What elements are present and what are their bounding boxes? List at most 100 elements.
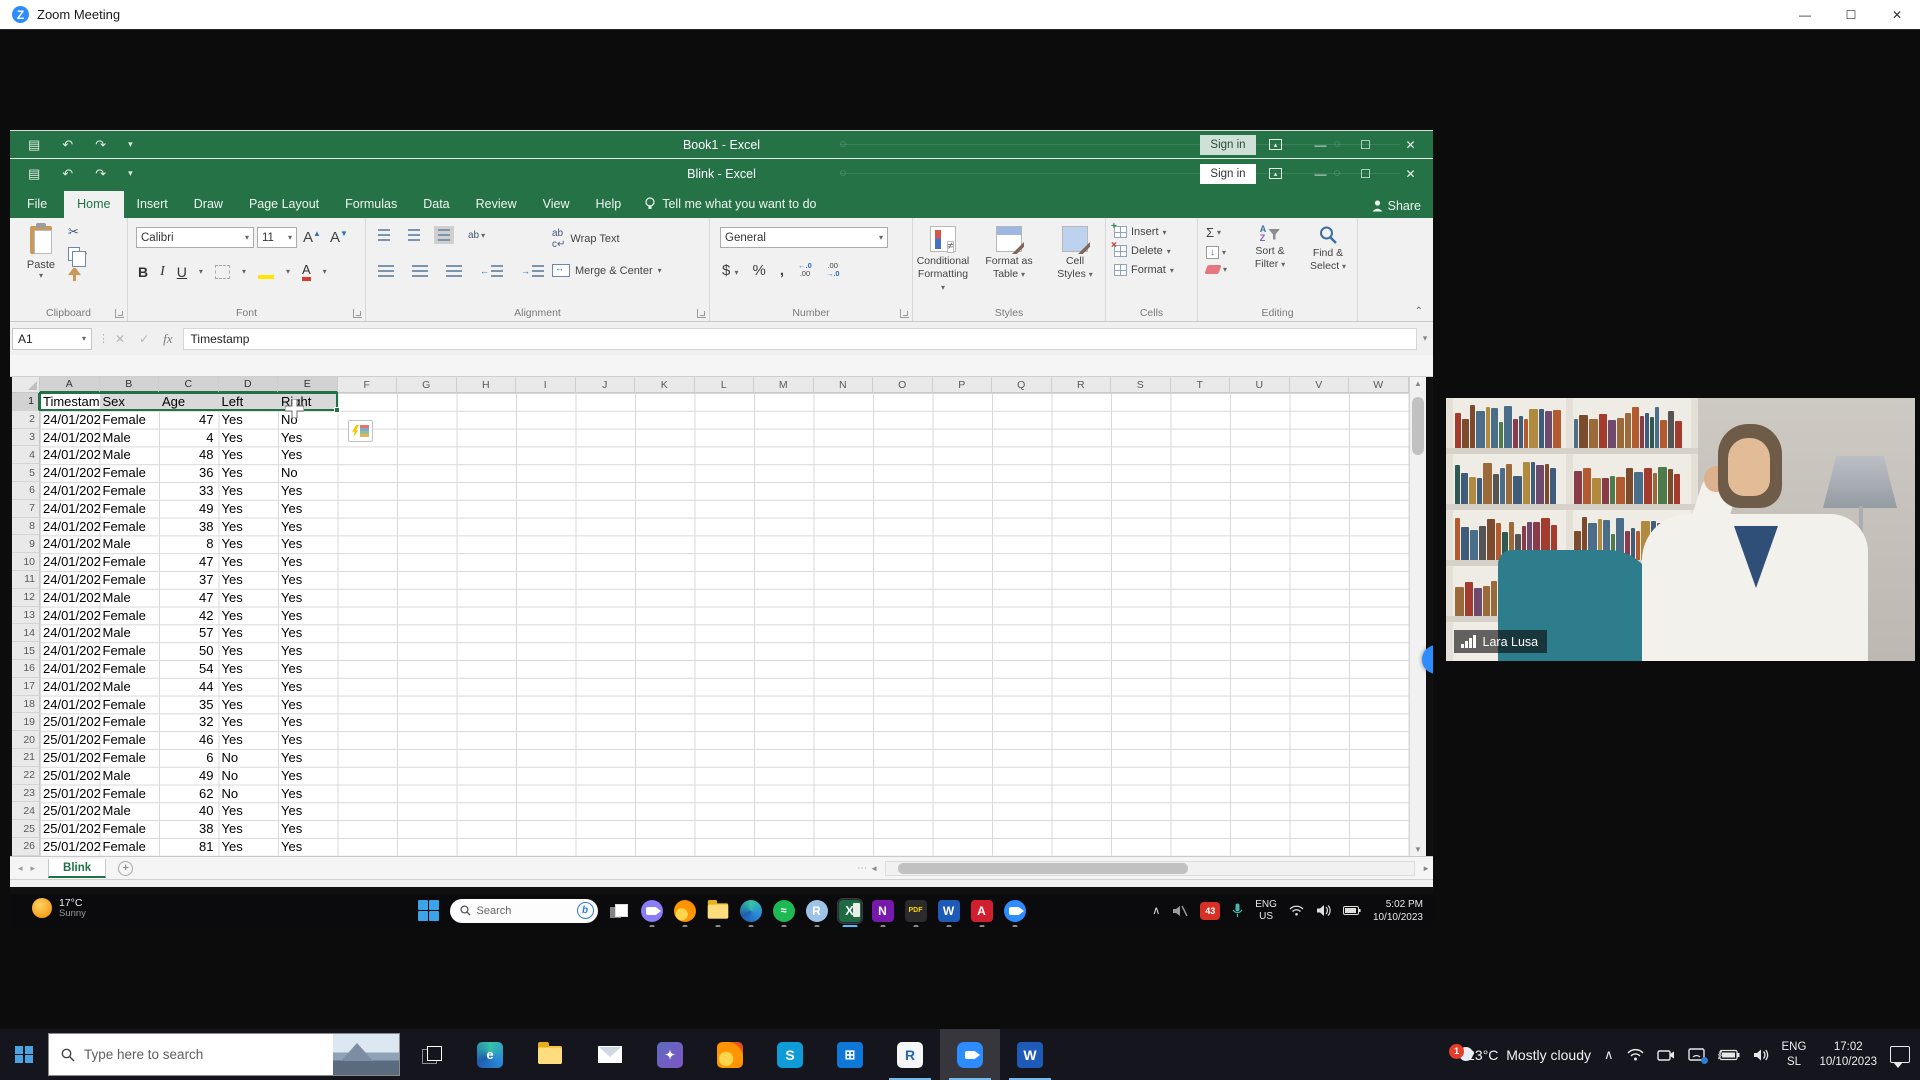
cell[interactable]: 47 [159, 553, 219, 571]
number-format-select[interactable]: General▾ [720, 227, 888, 248]
cell[interactable]: Age [159, 393, 219, 411]
align-center-button[interactable] [408, 262, 432, 280]
cell[interactable]: Yes [219, 571, 279, 589]
new-sheet-button[interactable]: + [118, 861, 133, 876]
cell[interactable]: 49 [159, 767, 219, 785]
cell[interactable]: 25/01/202 [40, 713, 100, 731]
row-header-4[interactable]: 4 [12, 446, 40, 464]
cell[interactable]: 24/01/202 [40, 589, 100, 607]
cell[interactable]: Yes [278, 518, 338, 536]
row-header-15[interactable]: 15 [12, 642, 40, 660]
cell[interactable]: Yes [219, 429, 279, 447]
cell[interactable]: Yes [278, 607, 338, 625]
redo-icon[interactable]: ↷ [95, 137, 106, 153]
clear-button[interactable]: ▾ [1206, 265, 1227, 274]
row-header-19[interactable]: 19 [12, 713, 40, 731]
cell[interactable]: 42 [159, 607, 219, 625]
cell[interactable]: Female [100, 553, 160, 571]
row-header-9[interactable]: 9 [12, 535, 40, 553]
column-header-M[interactable]: M [754, 377, 814, 393]
spotify-icon[interactable]: ≈ [772, 899, 796, 923]
format-painter-button[interactable] [68, 268, 87, 281]
cell[interactable]: 25/01/202 [40, 838, 100, 856]
edge-icon[interactable]: e [460, 1029, 520, 1080]
word-icon[interactable]: W [937, 899, 961, 923]
cell[interactable]: Yes [219, 482, 279, 500]
cell[interactable]: Timestamp [40, 393, 100, 411]
cell[interactable]: 24/01/202 [40, 429, 100, 447]
cell[interactable]: Yes [278, 589, 338, 607]
cell[interactable]: Yes [278, 802, 338, 820]
cell[interactable]: Yes [219, 696, 279, 714]
comma-format-button[interactable]: , [780, 262, 784, 279]
cell[interactable]: No [219, 785, 279, 803]
borders-button[interactable] [215, 265, 230, 279]
tab-formulas[interactable]: Formulas [332, 191, 410, 218]
cell[interactable]: 24/01/202 [40, 553, 100, 571]
grow-font-button[interactable]: A▲ [300, 229, 324, 246]
row-header-3[interactable]: 3 [12, 429, 40, 447]
column-header-H[interactable]: H [457, 377, 517, 393]
cell[interactable]: Yes [219, 607, 279, 625]
cell[interactable]: 33 [159, 482, 219, 500]
sheet-nav-icons[interactable]: ◂▸ [18, 863, 43, 874]
bottom-align-button[interactable] [434, 226, 454, 244]
battery-icon[interactable] [1343, 905, 1361, 916]
cell[interactable]: Female [100, 607, 160, 625]
cell[interactable]: 25/01/202 [40, 749, 100, 767]
row-header-5[interactable]: 5 [12, 464, 40, 482]
column-header-I[interactable]: I [516, 377, 576, 393]
cell[interactable]: 48 [159, 446, 219, 464]
column-header-A[interactable]: A [40, 377, 100, 393]
cell[interactable]: 50 [159, 642, 219, 660]
wifi-icon[interactable] [1289, 905, 1304, 916]
cell[interactable]: Male [100, 624, 160, 642]
row-header-21[interactable]: 21 [12, 749, 40, 767]
maximize-button[interactable]: ☐ [1343, 159, 1388, 188]
cell[interactable]: Female [100, 571, 160, 589]
cell[interactable]: Yes [278, 785, 338, 803]
acrobat-icon[interactable]: A [970, 899, 994, 923]
cell[interactable]: 4 [159, 429, 219, 447]
cell[interactable]: Female [100, 518, 160, 536]
cell[interactable]: Yes [278, 678, 338, 696]
cell[interactable]: Yes [278, 446, 338, 464]
pdf-app-icon[interactable]: PDF [904, 899, 928, 923]
speaker-icon[interactable] [1753, 1048, 1769, 1062]
cell[interactable]: Male [100, 429, 160, 447]
column-header-S[interactable]: S [1111, 377, 1171, 393]
cell[interactable]: 25/01/202 [40, 820, 100, 838]
cut-button[interactable]: ✂ [68, 224, 87, 240]
cell[interactable]: Yes [219, 838, 279, 856]
cell[interactable]: Male [100, 802, 160, 820]
cell[interactable]: 57 [159, 624, 219, 642]
column-header-K[interactable]: K [635, 377, 695, 393]
zoom-app-icon[interactable] [1003, 899, 1027, 923]
skype-icon[interactable]: S [760, 1029, 820, 1080]
clock[interactable]: 5:02 PM10/10/2023 [1373, 898, 1423, 924]
column-header-G[interactable]: G [397, 377, 457, 393]
language-indicator[interactable]: ENGSL [1782, 1040, 1807, 1070]
cell[interactable]: 24/01/202 [40, 411, 100, 429]
decrease-indent-button[interactable]: ← [476, 262, 507, 280]
shrink-font-button[interactable]: A▼ [327, 229, 351, 246]
scroll-up-icon[interactable]: ▲ [1410, 379, 1427, 388]
merge-center-button[interactable]: Merge & Center ▾ [552, 264, 662, 277]
cell[interactable]: Female [100, 642, 160, 660]
ribbon-display-options-icon[interactable]: ▴ [1253, 159, 1298, 188]
italic-button[interactable]: I [160, 264, 165, 280]
qat-customize-icon[interactable]: ▾ [128, 168, 133, 179]
cell[interactable]: Yes [278, 535, 338, 553]
cell[interactable]: Female [100, 464, 160, 482]
autosum-button[interactable]: Σ▾ [1206, 225, 1227, 240]
cell[interactable]: Yes [219, 713, 279, 731]
cell[interactable]: 24/01/202 [40, 482, 100, 500]
orientation-button[interactable]: ab▾ [464, 227, 489, 244]
cast-icon[interactable] [1688, 1048, 1705, 1062]
cell[interactable]: Yes [219, 660, 279, 678]
minimize-button[interactable]: — [1782, 0, 1828, 30]
top-align-button[interactable] [374, 226, 394, 244]
cell[interactable]: Yes [278, 642, 338, 660]
dialog-launcher-icon[interactable] [900, 309, 909, 318]
cell[interactable]: 47 [159, 411, 219, 429]
